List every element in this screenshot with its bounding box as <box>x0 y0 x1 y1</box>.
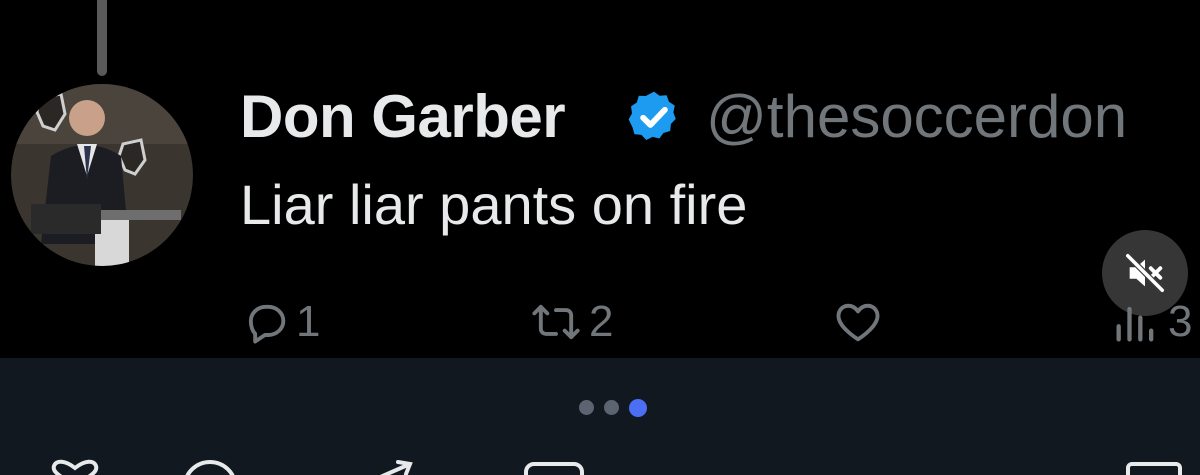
pager-dot[interactable] <box>579 400 594 415</box>
tweet-text: Liar liar pants on fire <box>240 173 748 236</box>
views-button[interactable]: 3 <box>1108 292 1192 352</box>
reply-icon <box>248 304 286 344</box>
retweet-count: 2 <box>589 297 614 346</box>
retweet-button[interactable]: 2 <box>527 292 613 352</box>
author-name[interactable]: Don Garber <box>240 82 566 151</box>
thread-connector-line <box>97 0 107 76</box>
reply-button[interactable]: 1 <box>240 292 320 352</box>
muted-speaker-icon <box>1124 252 1166 294</box>
pager-dot[interactable] <box>604 400 619 415</box>
heart-icon <box>836 303 880 342</box>
avatar[interactable] <box>11 84 193 266</box>
heart-icon[interactable] <box>40 458 110 475</box>
views-icon <box>1116 306 1154 342</box>
reply-count: 1 <box>296 297 321 346</box>
tweet[interactable]: Don Garber @thesoccerdon Liar liar pants… <box>0 0 1200 358</box>
views-count: 3 <box>1168 297 1193 346</box>
screen: Don Garber @thesoccerdon Liar liar pants… <box>0 0 1200 475</box>
retweet-icon <box>532 304 580 340</box>
bookmark-icon[interactable] <box>520 458 590 475</box>
download-icon[interactable] <box>1120 458 1190 475</box>
media-pager-dots[interactable] <box>579 399 647 417</box>
reply-icon[interactable] <box>175 458 245 475</box>
verified-badge-icon <box>628 91 676 140</box>
like-button[interactable] <box>828 292 892 352</box>
avatar-photo <box>11 84 193 266</box>
pager-dot-active[interactable] <box>629 399 647 417</box>
author-handle[interactable]: @thesoccerdon <box>706 82 1127 151</box>
share-icon[interactable] <box>360 458 430 475</box>
